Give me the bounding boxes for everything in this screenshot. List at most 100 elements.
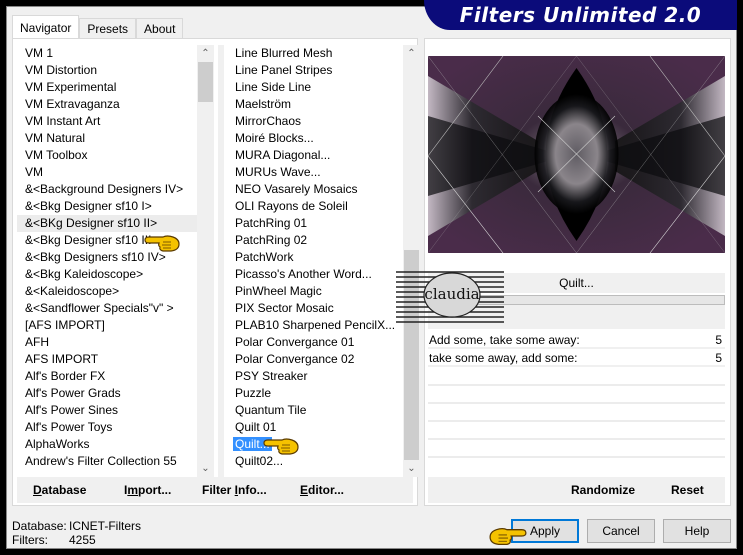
list-item-label: VM 1 xyxy=(25,46,54,60)
list-item[interactable]: VM Natural xyxy=(17,130,201,147)
list-item[interactable]: AFH xyxy=(17,334,201,351)
editor-button[interactable]: Editor... xyxy=(300,483,344,497)
import-button[interactable]: Import... xyxy=(124,483,171,497)
randomize-button[interactable]: Randomize xyxy=(571,483,635,497)
param-row[interactable]: take some away, add some: 5 xyxy=(428,350,725,367)
list-item-label: VM Distortion xyxy=(25,63,98,77)
list-item[interactable]: NEO Vasarely Mosaics xyxy=(227,181,405,198)
param-value[interactable]: 5 xyxy=(715,350,722,367)
list-item-label: &<Kaleidoscope> xyxy=(25,284,120,298)
scroll-up-icon[interactable]: ⌃ xyxy=(403,45,420,62)
list-item[interactable]: PSY Streaker xyxy=(227,368,405,385)
status-area: Database: ICNET-Filters Filters: 4255 xyxy=(12,519,141,547)
list-item[interactable]: Quilt02... xyxy=(227,453,405,470)
tab-navigator[interactable]: Navigator xyxy=(12,15,80,39)
list-item-label: VM Experimental xyxy=(25,80,117,94)
tab-about[interactable]: About xyxy=(136,18,184,39)
pointing-hand-icon xyxy=(263,438,299,455)
list-item-label: PatchRing 01 xyxy=(235,216,308,230)
list-item-label: PIX Sector Mosaic xyxy=(235,301,334,315)
list-item[interactable]: VM xyxy=(17,164,201,181)
list-item[interactable]: VM Toolbox xyxy=(17,147,201,164)
scroll-thumb[interactable] xyxy=(198,62,213,102)
list-item[interactable]: Line Side Line xyxy=(227,79,405,96)
filter-list[interactable]: Line Blurred Mesh Line Panel Stripes Line … xyxy=(227,45,405,477)
list-item[interactable]: Quantum Tile xyxy=(227,402,405,419)
list-item[interactable]: PatchRing 02 xyxy=(227,232,405,249)
list-item[interactable]: VM 1 xyxy=(17,45,201,62)
param-value[interactable]: 5 xyxy=(715,332,722,349)
param-row[interactable]: Add some, take some away: 5 xyxy=(428,332,725,349)
list-item[interactable]: PatchWork xyxy=(227,249,405,266)
list-item[interactable]: Puzzle xyxy=(227,385,405,402)
list-item[interactable]: &<Bkg Designer sf10 I> xyxy=(17,198,201,215)
list-item-label: MURUs Wave... xyxy=(235,165,321,179)
list-item-label: MirrorChaos xyxy=(235,114,302,128)
list-item-label: Moiré Blocks... xyxy=(235,131,314,145)
list-item-label: Alf's Power Grads xyxy=(25,386,121,400)
list-item[interactable]: &<BKg Designer sf10 II> xyxy=(17,215,201,232)
list-item[interactable]: Alf's Power Toys xyxy=(17,419,201,436)
list-item[interactable]: Picasso's Another Word... xyxy=(227,266,405,283)
list-item[interactable]: Quilt... xyxy=(227,436,405,453)
list-item-label: Picasso's Another Word... xyxy=(235,267,372,281)
list-item[interactable]: Alf's Border FX xyxy=(17,368,201,385)
list-item[interactable]: PLAB10 Sharpened PencilX... xyxy=(227,317,405,334)
list-item[interactable]: AFS IMPORT xyxy=(17,351,201,368)
list-item-label: PatchWork xyxy=(235,250,294,264)
database-button[interactable]: Database xyxy=(33,483,86,497)
filter-info-button[interactable]: Filter Info... xyxy=(202,483,267,497)
reset-button[interactable]: Reset xyxy=(671,483,704,497)
list-item[interactable]: &<Kaleidoscope> xyxy=(17,283,201,300)
scroll-down-icon[interactable]: ⌄ xyxy=(197,460,214,477)
list-divider xyxy=(218,45,224,477)
list-item[interactable]: Alf's Power Sines xyxy=(17,402,201,419)
list-item[interactable]: VM Instant Art xyxy=(17,113,201,130)
list-item[interactable]: Andrew's Filter Collection 55 xyxy=(17,453,201,470)
list-item-label: VM Toolbox xyxy=(25,148,88,162)
list-item[interactable]: Polar Convergance 01 xyxy=(227,334,405,351)
watermark-text: claudia xyxy=(424,285,479,303)
list-item[interactable]: Line Panel Stripes xyxy=(227,62,405,79)
category-scrollbar[interactable]: ⌃ ⌄ xyxy=(197,45,214,477)
list-item[interactable]: &<Sandflower Specials"v" > xyxy=(17,300,201,317)
list-item[interactable]: Polar Convergance 02 xyxy=(227,351,405,368)
tab-presets[interactable]: Presets xyxy=(79,18,137,39)
list-item-label: OLI Rayons de Soleil xyxy=(235,199,348,213)
list-item-label: [AFS IMPORT] xyxy=(25,318,105,332)
scroll-up-icon[interactable]: ⌃ xyxy=(197,45,214,62)
list-item[interactable]: AlphaWorks xyxy=(17,436,201,453)
list-item[interactable]: MirrorChaos xyxy=(227,113,405,130)
list-item[interactable]: VM Distortion xyxy=(17,62,201,79)
list-item-label: &<Sandflower Specials"v" > xyxy=(25,301,174,315)
scroll-down-icon[interactable]: ⌄ xyxy=(403,460,420,477)
param-label: take some away, add some: xyxy=(429,351,578,365)
list-item[interactable]: Moiré Blocks... xyxy=(227,130,405,147)
list-item[interactable]: [AFS IMPORT] xyxy=(17,317,201,334)
list-item[interactable]: OLI Rayons de Soleil xyxy=(227,198,405,215)
list-item-label: VM xyxy=(25,165,43,179)
list-item[interactable]: Quilt 01 xyxy=(227,419,405,436)
list-item[interactable]: &<Background Designers IV> xyxy=(17,181,201,198)
help-button[interactable]: Help xyxy=(663,519,731,543)
list-item[interactable]: VM Extravaganza xyxy=(17,96,201,113)
category-list[interactable]: VM 1 VM Distortion VM Experimental VM Extra… xyxy=(17,45,201,477)
list-item[interactable]: PIX Sector Mosaic xyxy=(227,300,405,317)
list-item[interactable]: Line Blurred Mesh xyxy=(227,45,405,62)
list-item[interactable]: VM Experimental xyxy=(17,79,201,96)
watermark-logo: claudia xyxy=(396,271,504,323)
list-item[interactable]: Alf's Power Grads xyxy=(17,385,201,402)
filter-scrollbar[interactable]: ⌃ ⌄ xyxy=(403,45,420,477)
list-item[interactable]: PatchRing 01 xyxy=(227,215,405,232)
list-item[interactable]: Maelström xyxy=(227,96,405,113)
list-item-label: Maelström xyxy=(235,97,292,111)
list-item[interactable]: MURA Diagonal... xyxy=(227,147,405,164)
navigator-button-bar: Database Import... Filter Info... Editor… xyxy=(17,477,413,503)
list-item-label: &<Background Designers IV> xyxy=(25,182,184,196)
list-item[interactable]: MURUs Wave... xyxy=(227,164,405,181)
list-item-label: AFH xyxy=(25,335,49,349)
list-item[interactable]: &<Bkg Kaleidoscope> xyxy=(17,266,201,283)
list-item[interactable]: PinWheel Magic xyxy=(227,283,405,300)
list-item-label: &<BKg Designer sf10 II> xyxy=(25,216,158,230)
cancel-button[interactable]: Cancel xyxy=(587,519,655,543)
